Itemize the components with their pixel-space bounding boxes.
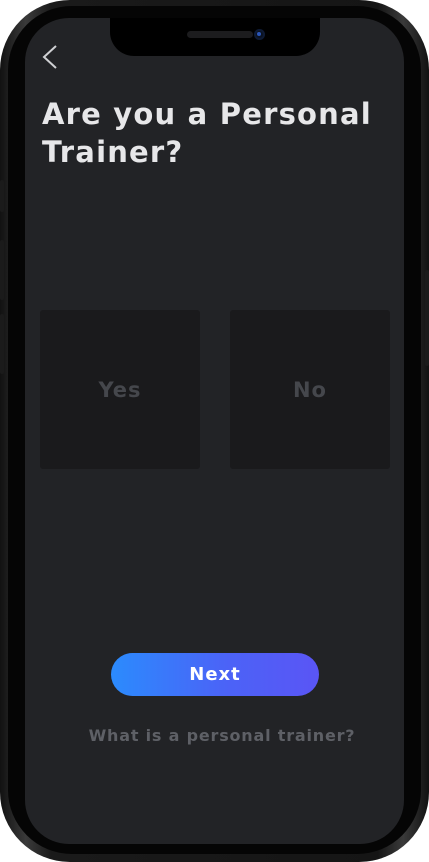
option-no-label: No — [292, 377, 327, 402]
page-title: Are you a Personal Trainer? — [42, 97, 372, 169]
option-yes-label: Yes — [98, 377, 142, 402]
phone-power-button — [425, 270, 429, 366]
phone-volume-down-button — [0, 314, 4, 374]
back-chevron-icon[interactable] — [40, 44, 60, 70]
phone-side-button — [0, 180, 4, 212]
what-is-personal-trainer-link[interactable]: What is a personal trainer? — [40, 726, 404, 745]
option-no-card[interactable]: No — [230, 310, 390, 469]
front-camera — [254, 29, 265, 40]
earpiece-speaker — [187, 31, 253, 38]
option-yes-card[interactable]: Yes — [40, 310, 200, 469]
phone-volume-up-button — [0, 240, 4, 300]
next-button[interactable]: Next — [111, 653, 319, 696]
